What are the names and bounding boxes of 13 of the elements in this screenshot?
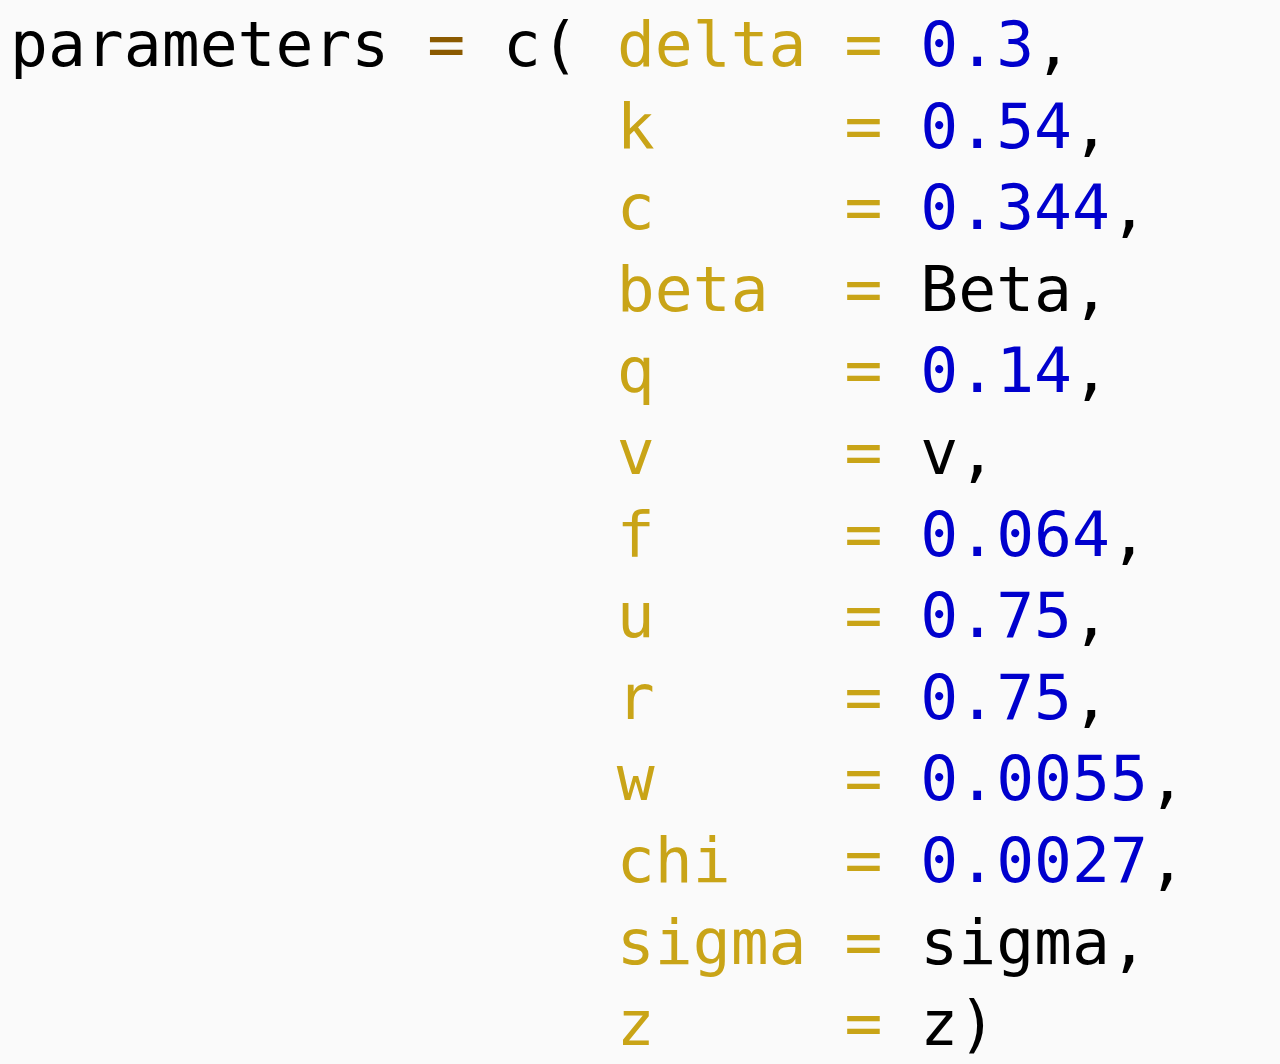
code-line: f = 0.064, [616, 496, 1148, 573]
code-line: k = 0.54, [616, 88, 1110, 165]
code-line: beta = Beta, [616, 251, 1110, 328]
code-line: r = 0.75, [616, 659, 1110, 736]
code-line: v = v, [616, 414, 997, 491]
code-line: q = 0.14, [616, 333, 1110, 410]
code-line: sigma = sigma, [616, 904, 1148, 981]
code-line: u = 0.75, [616, 578, 1110, 655]
code-line: c = 0.344, [616, 170, 1148, 247]
code-line: w = 0.0055, [616, 741, 1186, 818]
code-line: chi = 0.0027, [616, 822, 1186, 899]
code-line: z = z) [616, 986, 997, 1063]
code-line: parameters = c( delta = 0.3, [10, 7, 1073, 83]
